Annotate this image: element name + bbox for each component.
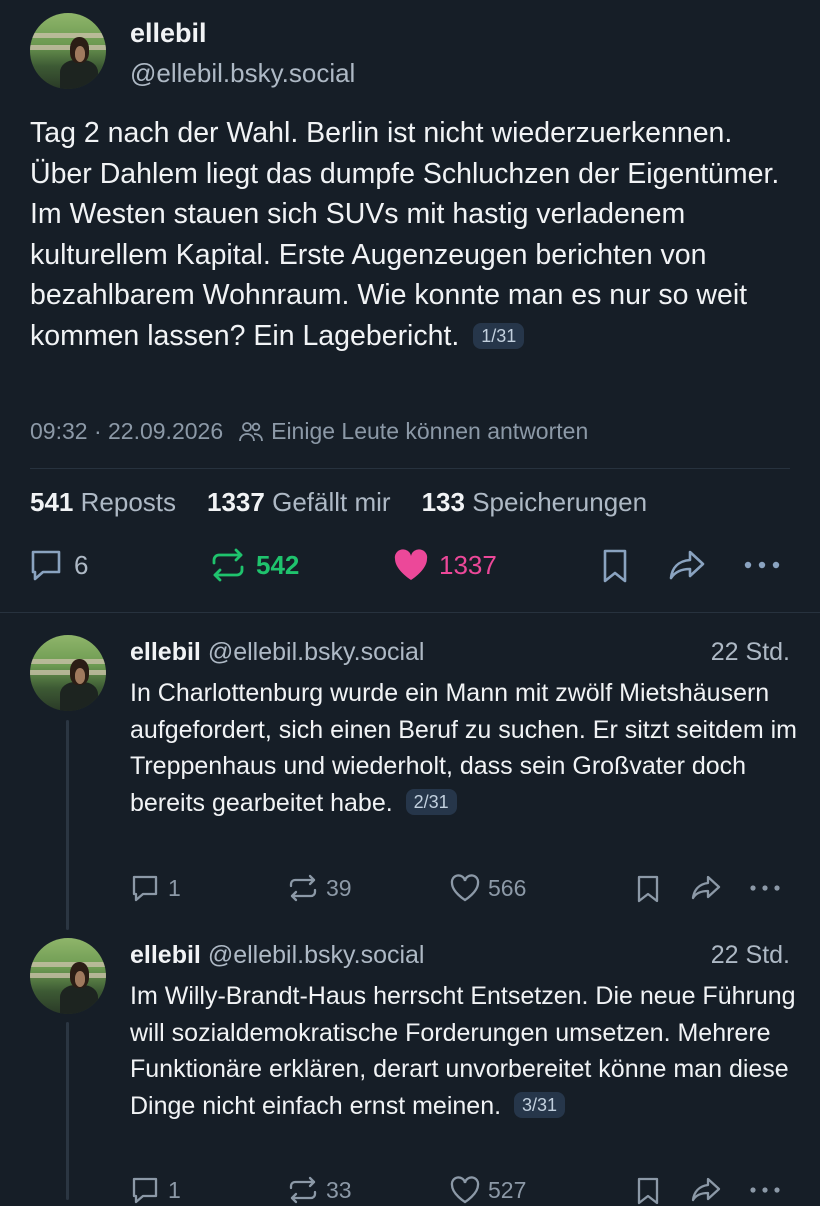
repost-button[interactable]: 542 [210,548,299,582]
more-button[interactable] [742,548,782,582]
reply-header: ellebil @ellebil.bsky.social [130,941,425,970]
like-button[interactable]: 566 [450,874,526,902]
share-icon [691,875,721,900]
share-button[interactable] [690,874,722,902]
author-avatar[interactable] [30,13,106,89]
reply-avatar[interactable] [30,938,106,1014]
bookmark-button[interactable] [636,874,660,904]
reply-author-handle[interactable]: @ellebil.bsky.social [208,941,425,969]
more-icon [750,885,780,891]
reply-icon [31,550,61,581]
reply-author-handle[interactable]: @ellebil.bsky.social [208,638,425,666]
reply-icon [132,875,158,902]
reply-time[interactable]: 22 Std. [711,941,790,970]
heart-icon [394,549,428,580]
post-stats: 541 Reposts 1337 Gefällt mir 133 Speiche… [30,487,678,518]
share-icon [669,550,705,580]
divider [0,612,820,613]
thread-line [66,1022,69,1200]
reply-header: ellebil @ellebil.bsky.social [130,638,425,667]
reply-author-name[interactable]: ellebil [130,638,201,666]
likes-stat[interactable]: 1337 Gefällt mir [207,487,391,518]
reply-author-name[interactable]: ellebil [130,941,201,969]
saves-stat[interactable]: 133 Speicherungen [422,487,648,518]
post-meta: 09:32 · 22.09.2026 Einige Leute können a… [30,418,588,445]
repost-button[interactable]: 39 [288,874,352,902]
post-timestamp: 09:32 · 22.09.2026 [30,418,224,444]
author-handle[interactable]: @ellebil.bsky.social [130,58,355,89]
thread-badge: 2/31 [405,788,457,815]
bookmark-button[interactable] [600,548,630,584]
heart-icon [450,874,480,902]
reply-setting[interactable]: Einige Leute können antworten [271,418,588,445]
reply-button[interactable]: 6 [28,548,88,582]
thread-line [66,720,69,930]
reposts-stat[interactable]: 541 Reposts [30,487,176,518]
repost-icon [289,874,317,902]
bookmark-icon [637,875,659,903]
thread-badge: 1/31 [473,322,525,349]
reply-text: In Charlottenburg wurde ein Mann mit zwö… [130,679,797,817]
share-button[interactable] [668,548,706,582]
more-icon [744,561,780,569]
reply-text: Im Willy-Brandt-Haus herrscht Entsetzen.… [130,982,796,1120]
people-icon [239,421,264,441]
divider [30,468,790,469]
like-button[interactable]: 1337 [393,548,497,582]
post-text: Tag 2 nach der Wahl. Berlin ist nicht wi… [30,113,800,356]
more-button[interactable] [748,874,782,902]
repost-icon [212,548,244,582]
thread-badge: 3/31 [514,1091,566,1118]
reply-avatar[interactable] [30,635,106,711]
post-body: Tag 2 nach der Wahl. Berlin ist nicht wi… [30,117,780,352]
reply-time[interactable]: 22 Std. [711,638,790,667]
bookmark-button[interactable] [636,1176,660,1206]
bookmark-icon [603,549,627,583]
author-name[interactable]: ellebil [130,18,207,49]
bookmark-icon [637,1177,659,1205]
reply-button[interactable]: 1 [130,874,181,902]
